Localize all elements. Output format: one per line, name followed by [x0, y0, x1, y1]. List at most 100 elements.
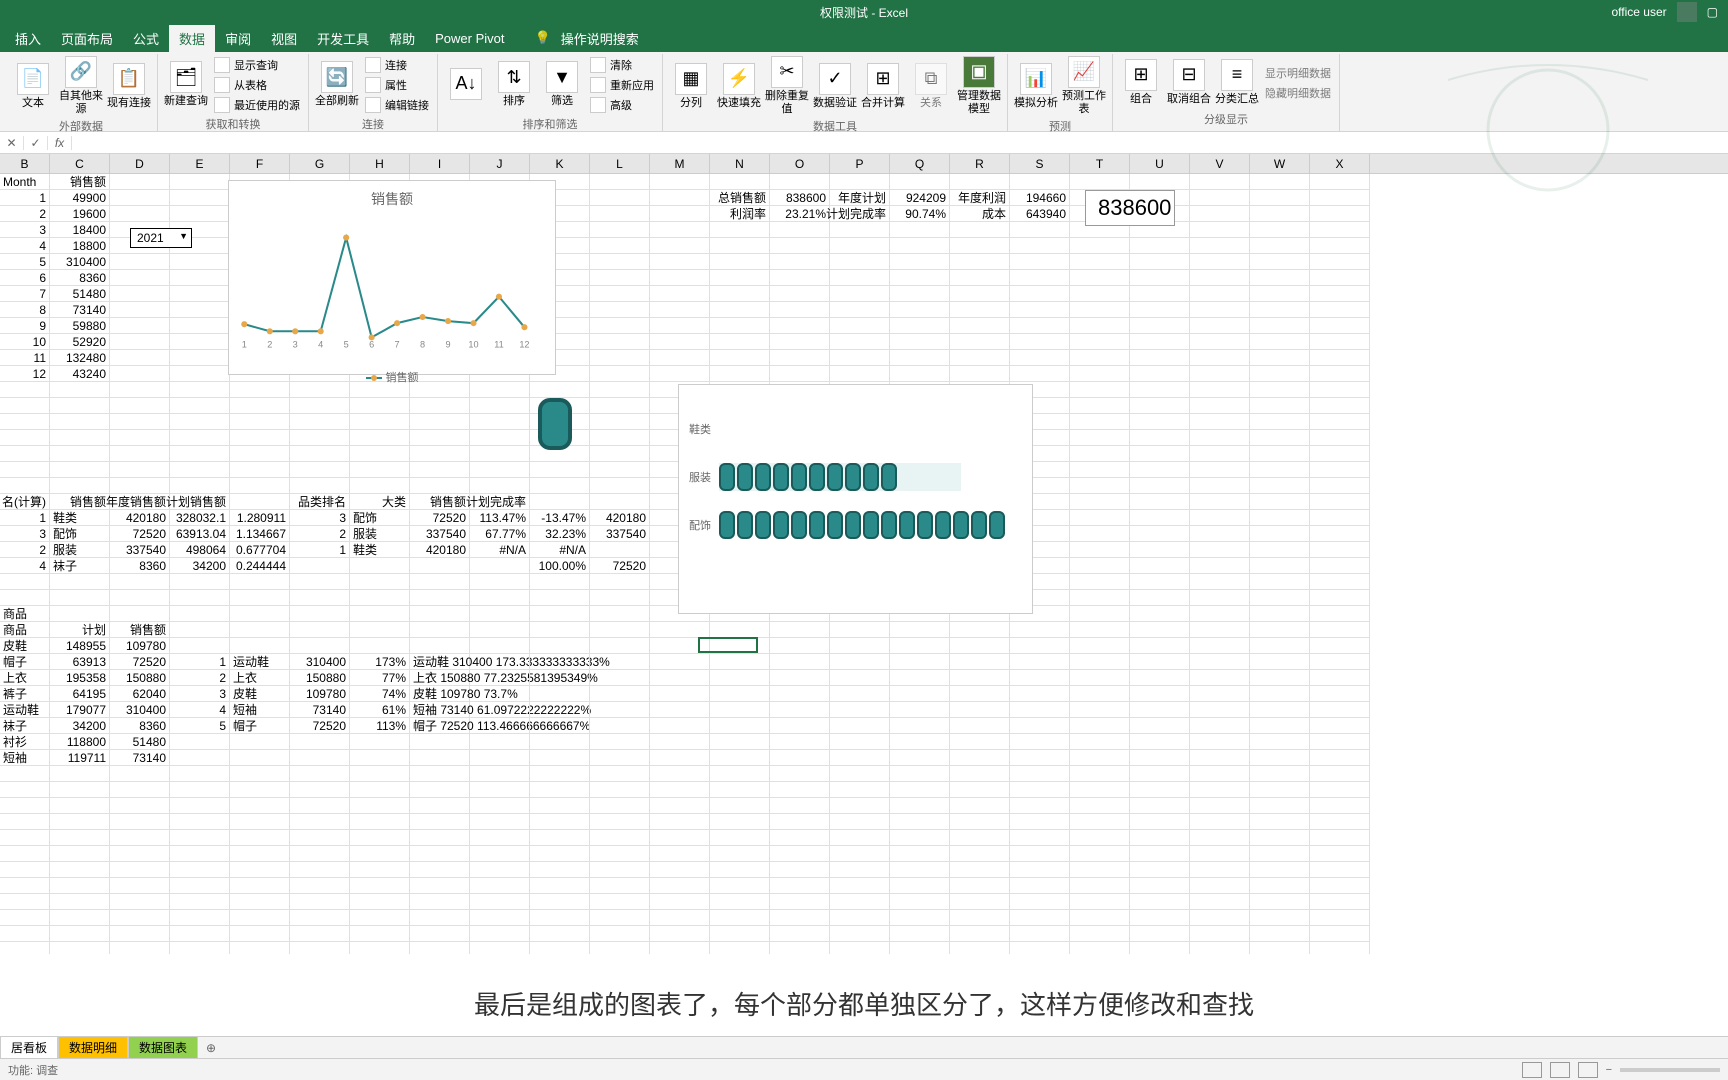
page-break-view-button[interactable]: [1578, 1062, 1598, 1078]
filter-button[interactable]: ▼筛选: [540, 61, 584, 108]
tab-insert[interactable]: 插入: [5, 25, 51, 52]
cell[interactable]: 利润率: [710, 206, 770, 222]
cell[interactable]: 63913: [50, 654, 110, 670]
cell[interactable]: 销售额: [410, 494, 470, 510]
cell[interactable]: 100.00%: [530, 558, 590, 574]
cell[interactable]: 帽子 72520 113.466666666667%: [410, 718, 470, 734]
cell[interactable]: 12: [0, 366, 50, 382]
cell[interactable]: 皮鞋: [0, 638, 50, 654]
cell[interactable]: 商品: [0, 622, 50, 638]
cell[interactable]: 173%: [350, 654, 410, 670]
cell[interactable]: 8360: [110, 558, 170, 574]
cell[interactable]: 计划完成率: [470, 494, 530, 510]
from-table-button[interactable]: 从表格: [212, 76, 302, 94]
cell[interactable]: 72520: [290, 718, 350, 734]
flash-fill-button[interactable]: ⚡快速填充: [717, 63, 761, 110]
bar-chart[interactable]: 鞋类 服装 配饰: [678, 384, 1033, 614]
cell[interactable]: 8360: [110, 718, 170, 734]
cell[interactable]: 72520: [110, 526, 170, 542]
cell[interactable]: 109780: [290, 686, 350, 702]
cell[interactable]: 43240: [50, 366, 110, 382]
zoom-slider[interactable]: [1620, 1068, 1720, 1072]
cell[interactable]: 498064: [170, 542, 230, 558]
ungroup-button[interactable]: ⊟取消组合: [1167, 59, 1211, 106]
tab-review[interactable]: 审阅: [215, 25, 261, 52]
sheet-tab-dashboard[interactable]: 居看板: [0, 1036, 58, 1059]
cell[interactable]: 838600: [770, 190, 830, 206]
cell[interactable]: 62040: [110, 686, 170, 702]
cell[interactable]: 袜子: [0, 718, 50, 734]
column-header-C[interactable]: C: [50, 154, 110, 173]
cell[interactable]: 2: [170, 670, 230, 686]
cell[interactable]: 23.21%: [770, 206, 830, 222]
cell[interactable]: 年度销售额: [110, 494, 170, 510]
cell[interactable]: 32.23%: [530, 526, 590, 542]
cell[interactable]: 90.74%: [890, 206, 950, 222]
tab-page-layout[interactable]: 页面布局: [51, 25, 123, 52]
cell[interactable]: 643940: [1010, 206, 1070, 222]
cell[interactable]: 年度计划: [830, 190, 890, 206]
cell[interactable]: 成本: [950, 206, 1010, 222]
cell[interactable]: 7: [0, 286, 50, 302]
column-header-W[interactable]: W: [1250, 154, 1310, 173]
cell[interactable]: 短袖: [230, 702, 290, 718]
cell[interactable]: 品类排名: [290, 494, 350, 510]
cell[interactable]: 72520: [590, 558, 650, 574]
cell[interactable]: 帽子: [230, 718, 290, 734]
cell[interactable]: 328032.1: [170, 510, 230, 526]
cell[interactable]: 帽子: [0, 654, 50, 670]
column-header-E[interactable]: E: [170, 154, 230, 173]
refresh-all-button[interactable]: 🔄全部刷新: [315, 61, 359, 108]
cell[interactable]: 大类: [350, 494, 410, 510]
cell[interactable]: 310400: [290, 654, 350, 670]
column-header-M[interactable]: M: [650, 154, 710, 173]
forecast-sheet-button[interactable]: 📈预测工作表: [1062, 56, 1106, 116]
cell[interactable]: 52920: [50, 334, 110, 350]
indicator-shape[interactable]: [538, 398, 572, 450]
tell-me-search[interactable]: 操作说明搜索: [551, 25, 649, 52]
cell[interactable]: 73140: [50, 302, 110, 318]
cell[interactable]: 1: [0, 510, 50, 526]
data-model-button[interactable]: ▣管理数据模型: [957, 56, 1001, 116]
cell[interactable]: 51480: [110, 734, 170, 750]
cell[interactable]: 77%: [350, 670, 410, 686]
add-sheet-button[interactable]: ⊕: [198, 1039, 224, 1057]
cell[interactable]: 鞋类: [50, 510, 110, 526]
recent-sources-button[interactable]: 最近使用的源: [212, 96, 302, 114]
cell[interactable]: 计划销售额: [170, 494, 230, 510]
cell[interactable]: 18800: [50, 238, 110, 254]
cell[interactable]: 18400: [50, 222, 110, 238]
cell[interactable]: 337540: [410, 526, 470, 542]
cell[interactable]: 9: [0, 318, 50, 334]
cell[interactable]: 4: [0, 558, 50, 574]
cell[interactable]: 1: [170, 654, 230, 670]
page-layout-view-button[interactable]: [1550, 1062, 1570, 1078]
from-other-button[interactable]: 🔗自其他来源: [59, 56, 103, 116]
column-header-H[interactable]: H: [350, 154, 410, 173]
tab-view[interactable]: 视图: [261, 25, 307, 52]
cell[interactable]: 服装: [50, 542, 110, 558]
formula-cancel-button[interactable]: ✕: [0, 136, 24, 150]
formula-confirm-button[interactable]: ✓: [24, 136, 48, 150]
cell[interactable]: 运动鞋 310400 173.333333333333%: [410, 654, 470, 670]
cell[interactable]: 运动鞋: [230, 654, 290, 670]
cell[interactable]: 袜子: [50, 558, 110, 574]
cell[interactable]: 4: [170, 702, 230, 718]
cell[interactable]: 51480: [50, 286, 110, 302]
cell[interactable]: 2: [0, 542, 50, 558]
cell[interactable]: 73140: [110, 750, 170, 766]
cell[interactable]: 67.77%: [470, 526, 530, 542]
cell[interactable]: 420180: [110, 510, 170, 526]
tab-developer[interactable]: 开发工具: [307, 25, 379, 52]
cell[interactable]: 3: [0, 222, 50, 238]
cell[interactable]: 150880: [110, 670, 170, 686]
line-chart[interactable]: 销售额 12 34 56 78 910 1112 销售额: [228, 180, 556, 375]
cell[interactable]: 年度利润: [950, 190, 1010, 206]
cell[interactable]: 8360: [50, 270, 110, 286]
cell[interactable]: 179077: [50, 702, 110, 718]
group-button[interactable]: ⊞组合: [1119, 59, 1163, 106]
hide-detail-button[interactable]: 隐藏明细数据: [1263, 84, 1333, 102]
column-header-J[interactable]: J: [470, 154, 530, 173]
cell[interactable]: 5: [0, 254, 50, 270]
whatif-button[interactable]: 📊模拟分析: [1014, 63, 1058, 110]
